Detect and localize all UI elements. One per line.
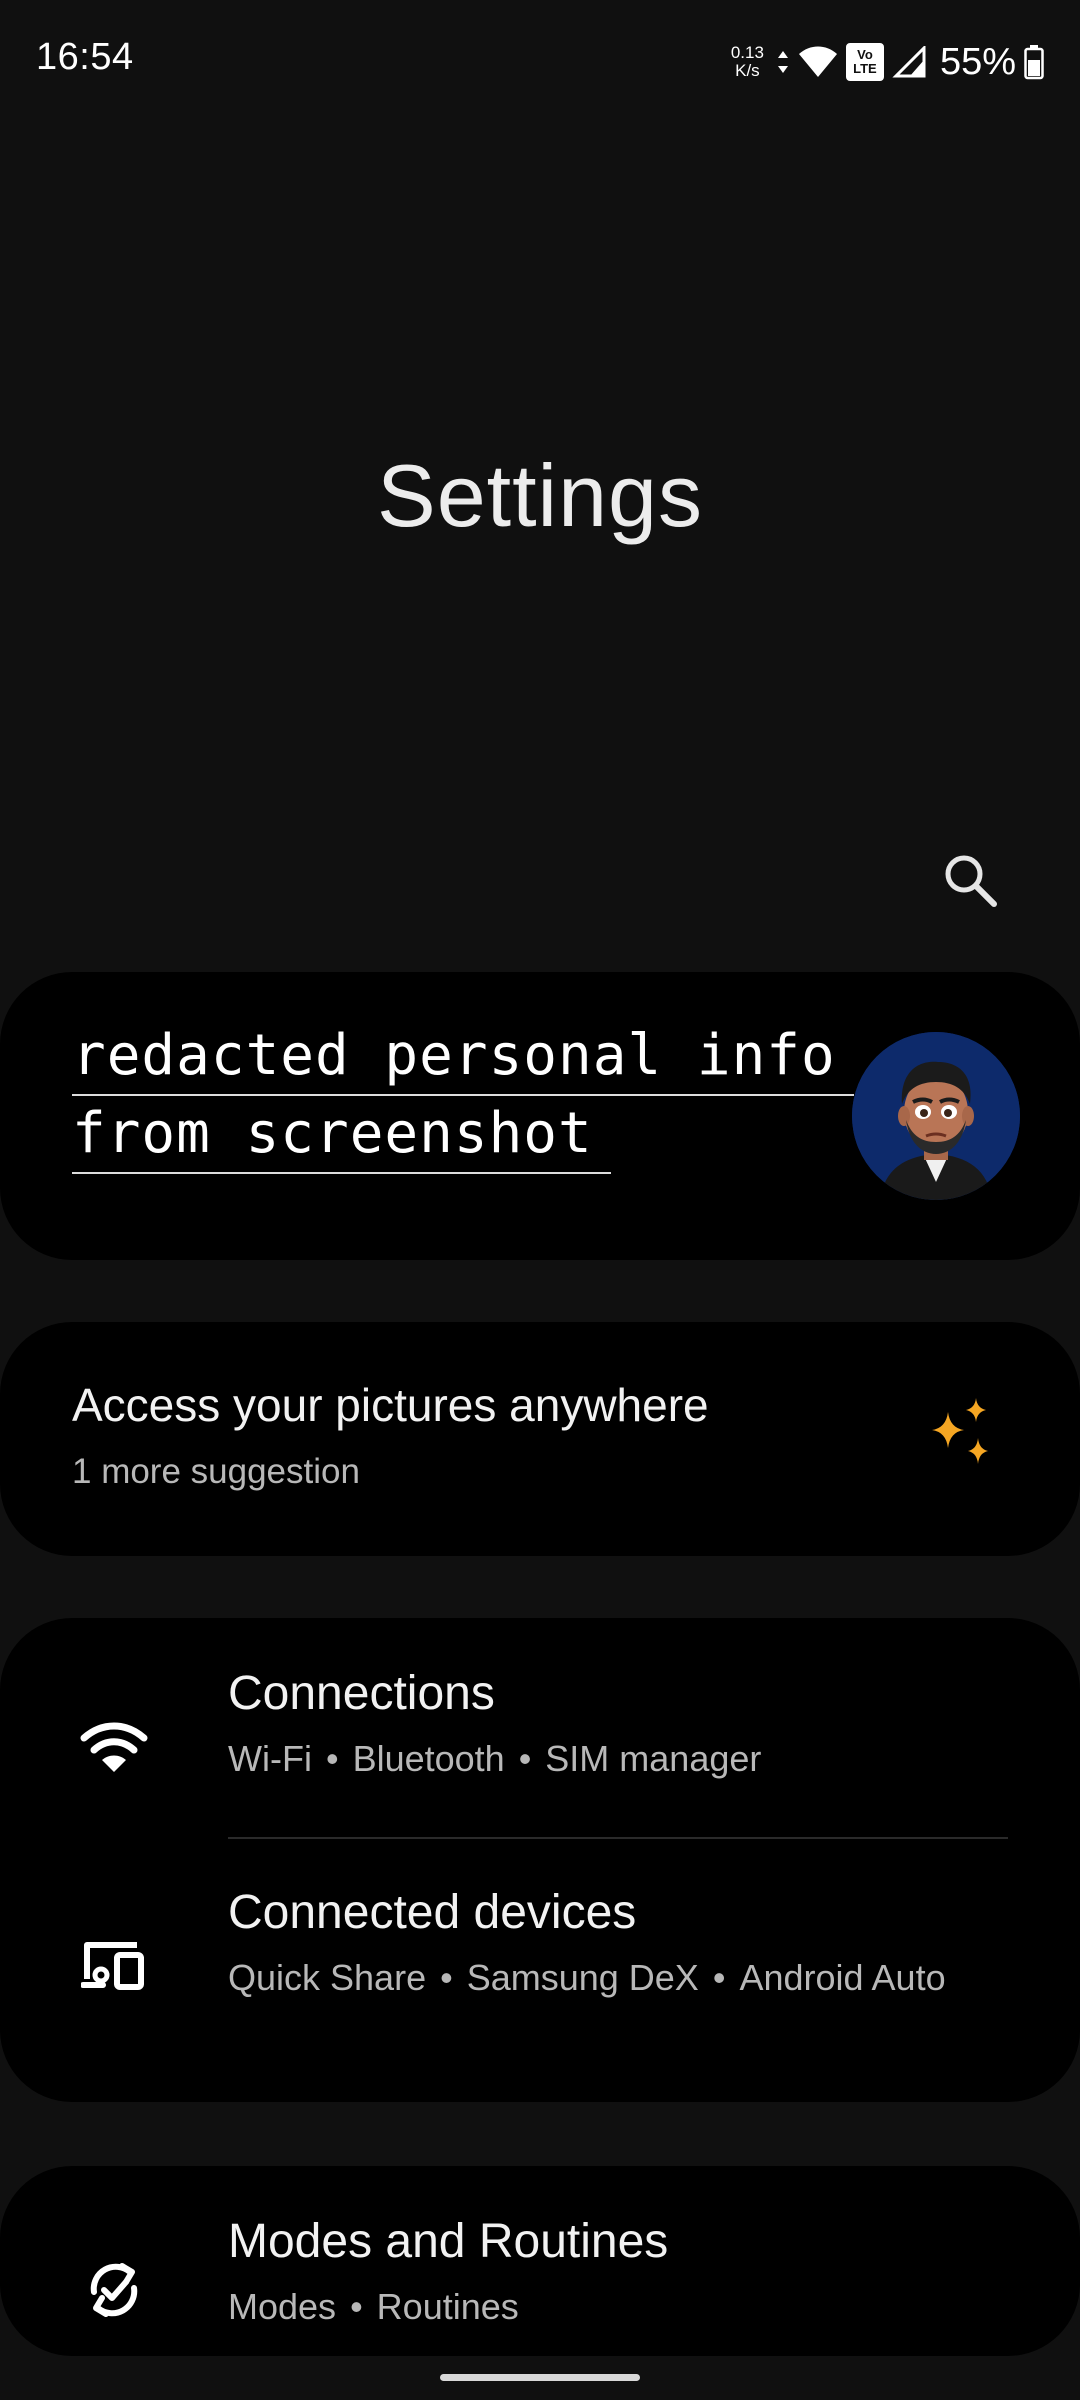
setting-title-modes-routines: Modes and Routines xyxy=(228,2215,669,2268)
sub-item: Quick Share xyxy=(228,1957,427,1998)
setting-item-connections[interactable]: Connections Wi-Fi • Bluetooth • SIM manager xyxy=(0,1618,1080,1836)
setting-item-modes-routines[interactable]: Modes and Routines Modes • Routines xyxy=(0,2166,1080,2356)
volte-label-top: Vo xyxy=(857,47,873,62)
signal-icon xyxy=(892,46,926,78)
search-icon xyxy=(945,855,997,907)
sub-item: SIM manager xyxy=(545,1738,762,1779)
status-bar: 16:54 0.13 K/s Vo LTE 55% xyxy=(0,0,1080,124)
volte-label-bottom: LTE xyxy=(853,61,877,76)
account-line-2: from screenshot xyxy=(72,1096,611,1174)
modes-routines-icon xyxy=(76,2252,152,2328)
page-title: Settings xyxy=(377,446,703,545)
battery-icon xyxy=(1024,45,1044,80)
sub-item: Modes xyxy=(228,2286,337,2327)
settings-group-connections: Connections Wi-Fi • Bluetooth • SIM manager … xyxy=(0,1618,1080,2102)
wifi-icon xyxy=(76,1710,152,1786)
separator-dot: • xyxy=(518,1738,532,1779)
connected-devices-icon xyxy=(76,1927,152,2003)
setting-subtitle-connections: Wi-Fi • Bluetooth • SIM manager xyxy=(228,1734,948,1784)
suggestion-card[interactable]: Access your pictures anywhere 1 more sug… xyxy=(0,1322,1080,1556)
volte-icon: Vo LTE xyxy=(845,43,884,81)
sub-item: Routines xyxy=(376,2286,519,2327)
battery-percent: 55% xyxy=(939,40,1016,83)
separator-dot: • xyxy=(350,2286,363,2327)
avatar[interactable] xyxy=(852,1032,1020,1200)
setting-title-connections: Connections xyxy=(228,1667,495,1720)
settings-group-modes: Modes and Routines Modes • Routines xyxy=(0,2166,1080,2356)
setting-subtitle-modes-routines: Modes • Routines xyxy=(228,2282,948,2332)
account-card[interactable]: redacted personal info from screenshot xyxy=(0,972,1080,1260)
suggestion-title: Access your pictures anywhere xyxy=(72,1379,709,1431)
sub-item: Samsung DeX xyxy=(466,1957,699,1998)
network-speed-unit: K/s xyxy=(735,61,760,80)
search-button[interactable] xyxy=(938,848,1002,912)
account-line-1: redacted personal info xyxy=(72,1018,854,1096)
setting-title-connected-devices: Connected devices xyxy=(228,1886,637,1939)
status-time: 16:54 xyxy=(36,36,134,78)
sub-item: Wi-Fi xyxy=(228,1738,312,1779)
setting-item-connected-devices[interactable]: Connected devices Quick Share • Samsung De… xyxy=(0,1839,1080,2102)
sub-item: Bluetooth xyxy=(352,1738,505,1779)
home-gesture-bar[interactable] xyxy=(440,2374,640,2381)
data-arrows-icon xyxy=(777,51,788,73)
separator-dot: • xyxy=(712,1957,726,1998)
setting-subtitle-connected-devices: Quick Share • Samsung DeX • Android Auto xyxy=(228,1953,948,2003)
separator-dot: • xyxy=(325,1738,339,1779)
separator-dot: • xyxy=(440,1957,453,1998)
avatar-illustration xyxy=(852,1032,1020,1200)
sub-item: Android Auto xyxy=(739,1957,946,1998)
network-speed: 0.13 K/s xyxy=(731,44,764,80)
status-icons: 0.13 K/s Vo LTE 55% xyxy=(731,38,1044,86)
wifi-icon xyxy=(798,46,837,77)
sparkle-icon xyxy=(932,1398,988,1464)
suggestion-subtitle: 1 more suggestion xyxy=(72,1452,360,1491)
account-name: redacted personal info from screenshot xyxy=(72,1018,854,1174)
network-speed-value: 0.13 xyxy=(730,43,764,62)
